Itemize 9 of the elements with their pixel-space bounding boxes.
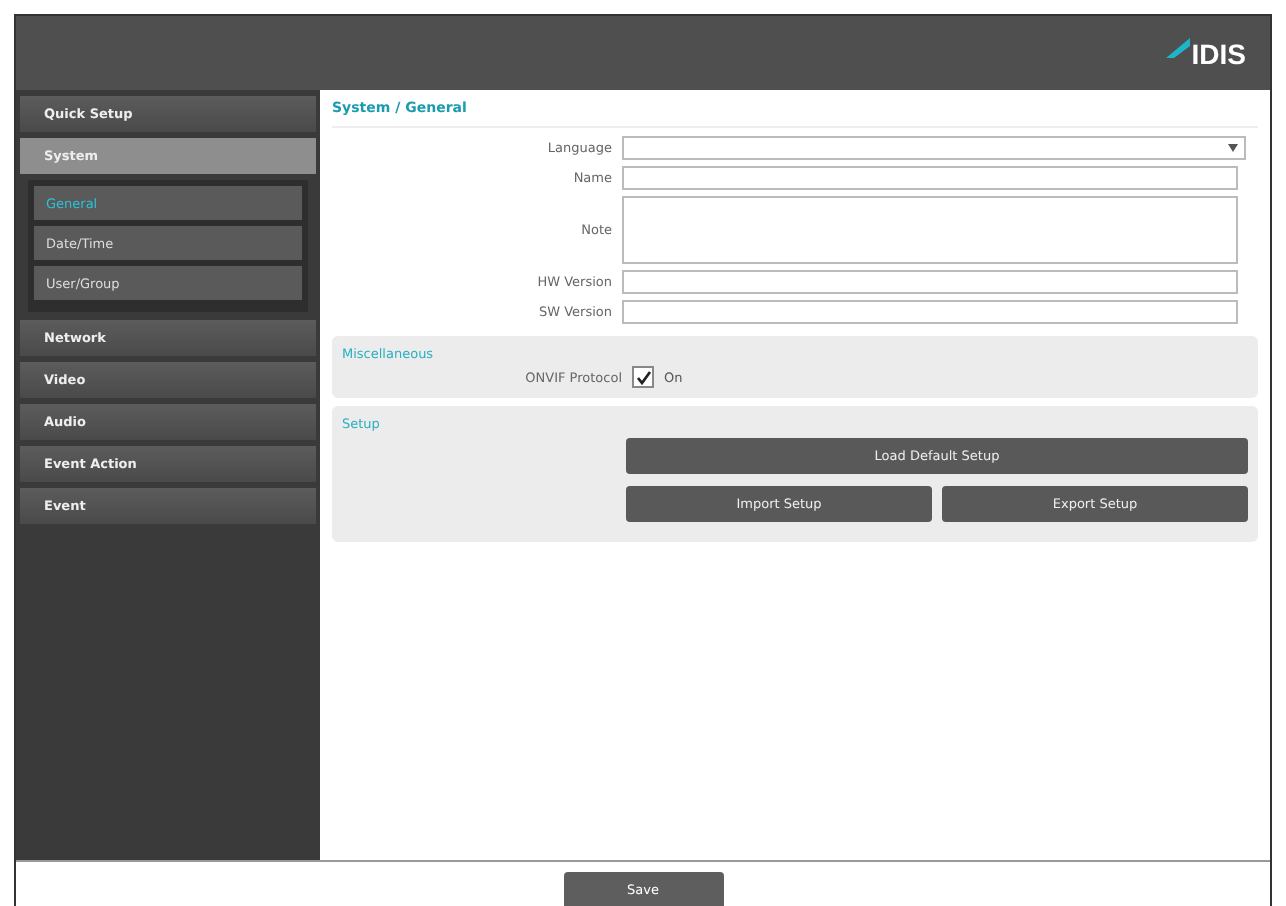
note-field[interactable] bbox=[622, 196, 1238, 264]
logo: IDIS bbox=[1191, 37, 1246, 69]
logo-mark-icon bbox=[1165, 37, 1190, 57]
dropdown-arrow-icon bbox=[1228, 144, 1238, 152]
checkbox[interactable] bbox=[632, 366, 654, 388]
input-field[interactable] bbox=[622, 166, 1238, 190]
language-dropdown[interactable] bbox=[622, 136, 1246, 160]
input-field[interactable] bbox=[622, 300, 1238, 324]
input-field[interactable] bbox=[622, 270, 1238, 294]
